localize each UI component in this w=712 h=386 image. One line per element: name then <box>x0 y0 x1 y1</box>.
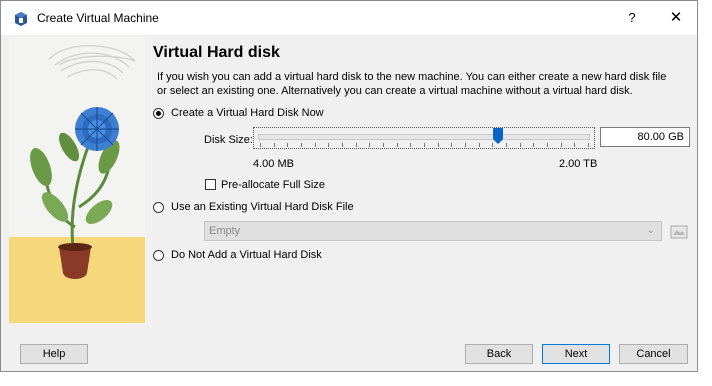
slider-tick <box>492 143 494 147</box>
virtualbox-icon <box>15 12 27 26</box>
folder-browse-icon[interactable] <box>669 221 689 241</box>
disk-size-input[interactable]: 80.00 GB <box>600 127 690 147</box>
next-button[interactable]: Next <box>542 344 610 364</box>
slider-ticks <box>260 142 589 147</box>
create-vm-dialog: Create Virtual Machine ? ✕ Virtual Hard … <box>0 0 698 372</box>
slider-tick <box>287 143 289 147</box>
slider-tick <box>478 143 480 147</box>
slider-tick <box>396 143 398 147</box>
existing-disk-select[interactable]: Empty ⌄ <box>204 221 662 241</box>
slider-tick <box>314 143 316 147</box>
help-button[interactable]: Help <box>20 344 88 364</box>
slider-tick <box>519 143 521 147</box>
slider-tick <box>355 143 357 147</box>
slider-tick <box>574 143 576 147</box>
slider-tick <box>383 143 384 147</box>
close-icon[interactable]: ✕ <box>659 7 693 29</box>
slider-tick <box>547 143 548 147</box>
slider-tick <box>260 143 261 147</box>
slider-tick <box>273 143 275 147</box>
page-title: Virtual Hard disk <box>153 44 280 61</box>
slider-groove <box>258 134 590 140</box>
title-bar[interactable]: Create Virtual Machine ? ✕ <box>1 1 697 35</box>
slider-tick <box>369 143 371 147</box>
slider-tick <box>301 143 302 147</box>
page-description: If you wish you can add a virtual hard d… <box>157 71 667 97</box>
existing-disk-value: Empty <box>209 225 241 237</box>
slider-tick <box>424 143 425 147</box>
create-disk-now-radio[interactable] <box>153 108 164 119</box>
plant-illustration <box>9 37 145 323</box>
window-title: Create Virtual Machine <box>37 11 159 25</box>
use-existing-disk-label[interactable]: Use an Existing Virtual Hard Disk File <box>171 201 354 213</box>
slider-tick <box>342 143 343 147</box>
slider-tick <box>465 143 466 147</box>
slider-tick <box>451 143 453 147</box>
disk-size-slider[interactable] <box>253 127 595 149</box>
disk-size-label: Disk Size: <box>204 134 253 146</box>
slider-tick <box>588 143 589 147</box>
slider-tick <box>533 143 535 147</box>
slider-tick <box>437 143 439 147</box>
create-disk-now-label[interactable]: Create a Virtual Hard Disk Now <box>171 107 324 119</box>
chevron-down-icon: ⌄ <box>646 225 655 236</box>
disk-size-min-label: 4.00 MB <box>253 158 294 170</box>
back-button[interactable]: Back <box>465 344 533 364</box>
slider-tick <box>410 143 412 147</box>
slider-tick <box>328 143 330 147</box>
use-existing-disk-radio[interactable] <box>153 202 164 213</box>
help-icon[interactable]: ? <box>615 7 649 29</box>
cancel-button[interactable]: Cancel <box>619 344 688 364</box>
disk-size-max-label: 2.00 TB <box>559 158 598 170</box>
slider-tick <box>506 143 507 147</box>
preallocate-checkbox[interactable] <box>205 179 216 190</box>
no-disk-label[interactable]: Do Not Add a Virtual Hard Disk <box>171 249 322 261</box>
preallocate-label[interactable]: Pre-allocate Full Size <box>221 179 325 191</box>
wizard-illustration <box>9 37 145 323</box>
no-disk-radio[interactable] <box>153 250 164 261</box>
slider-tick <box>560 143 562 147</box>
